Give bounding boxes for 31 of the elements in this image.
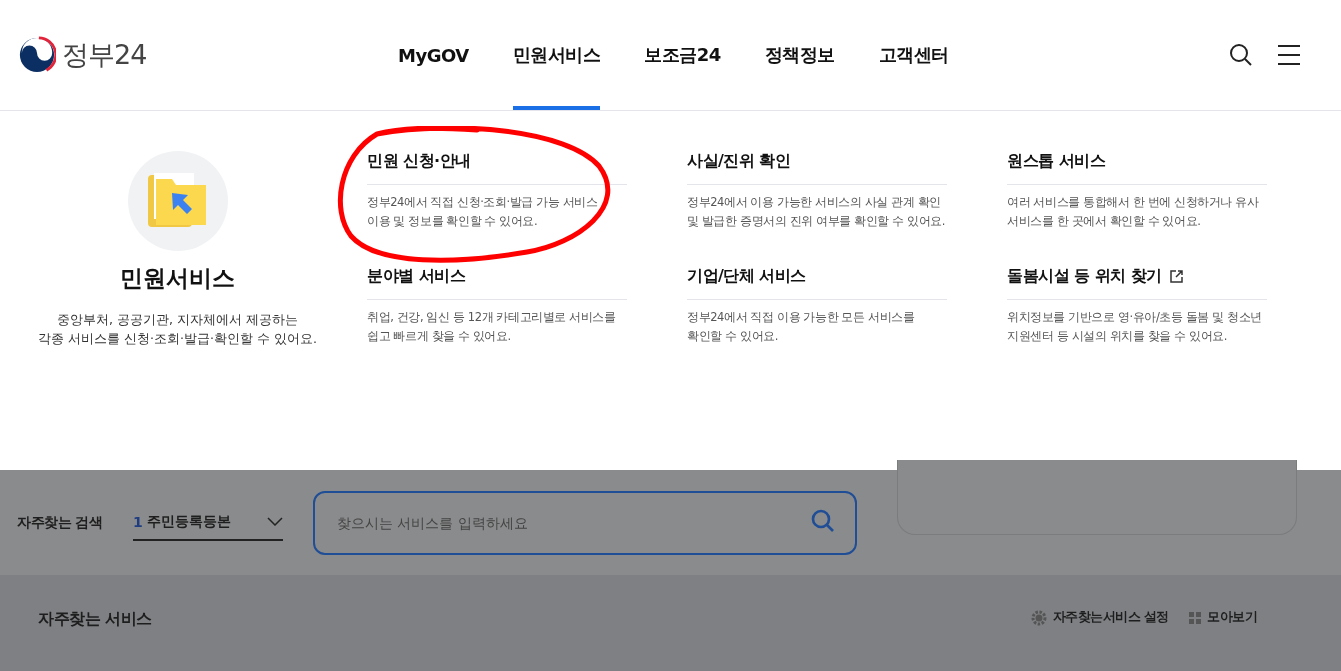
settings-link[interactable]: 자주찾는서비스 설정 <box>1030 609 1169 626</box>
nav-tab[interactable]: 고객센터 <box>878 0 949 110</box>
menu-link[interactable]: 민원 신청·안내 <box>367 151 627 185</box>
nav-tab[interactable]: 정책정보 <box>764 0 835 110</box>
search-icon[interactable] <box>1229 43 1253 67</box>
grid-icon <box>1189 611 1201 624</box>
search-label: 자주찾는 검색 <box>17 513 104 532</box>
menu-icon[interactable] <box>1277 44 1301 66</box>
menu-link-description: 정부24에서 직접 신청·조회·발급 가능 서비스 이용 및 정보를 확인할 수 있어요. <box>367 194 599 230</box>
nav-tab[interactable]: 보조금24 <box>644 0 721 110</box>
menu-link-description: 위치정보를 기반으로 영·유아/초등 돌봄 및 청소년 지원센터 등 시설의 위치를 찾을 수 있어요. <box>1007 309 1263 345</box>
keyword-dropdown[interactable]: 1 주민등록등본 <box>133 504 283 541</box>
menu-link[interactable]: 사실/진위 확인 <box>687 151 947 185</box>
gear-icon <box>1030 609 1047 626</box>
menu-link-description: 여러 서비스를 통합해서 한 번에 신청하거나 유사 서비스를 한 곳에서 확인할 수 있어요. <box>1007 194 1260 230</box>
menu-title: 민원서비스 <box>120 264 235 293</box>
menu-link[interactable]: 돌봄시설 등 위치 찾기 <box>1007 266 1267 300</box>
section-title: 자주찾는 서비스 <box>38 609 152 630</box>
logo-text[interactable]: 정부24 <box>62 37 147 73</box>
menu-link[interactable]: 원스톱 서비스 <box>1007 151 1267 185</box>
nav-tab[interactable]: MyGOV <box>398 0 469 110</box>
search-field[interactable]: 찾으시는 서비스를 입력하세요 <box>313 490 857 555</box>
menu-link[interactable]: 기업/단체 서비스 <box>687 266 947 300</box>
emblem-icon <box>18 36 56 74</box>
menu-link-description: 정부24에서 이용 가능한 서비스의 사실 관계 확인 및 발급한 증명서의 진위 여부를 확인할 수 있어요. <box>687 194 947 230</box>
menu-link-description: 취업, 건강, 임신 등 12개 카테고리별로 서비스를 쉽고 빠르게 찾을 수 있어요. <box>367 309 617 345</box>
view-all-link[interactable]: 모아보기 <box>1189 609 1257 626</box>
chevron-icon <box>267 517 283 526</box>
menu-link-description: 정부24에서 직접 이용 가능한 모든 서비스를 확인할 수 있어요. <box>687 309 916 345</box>
menu-link[interactable]: 분야별 서비스 <box>367 266 627 300</box>
menu-description: 중앙부처, 공공기관, 지자체에서 제공하는 각종 서비스를 신청·조회·발급·확인할 수 있어요. <box>38 311 317 348</box>
